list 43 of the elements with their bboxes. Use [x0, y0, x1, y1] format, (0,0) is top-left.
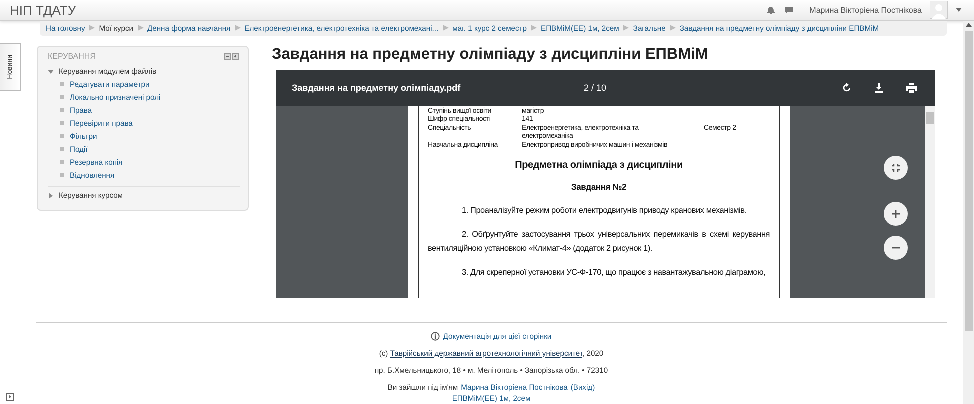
expand-toggle-icon[interactable]: [48, 192, 54, 199]
bullet-icon: [60, 147, 64, 152]
bullet-icon: [60, 134, 64, 138]
dock-icon[interactable]: [6, 393, 14, 401]
document-subheading: Завдання №2: [570, 182, 628, 192]
site-name[interactable]: НІП ТДАТУ: [10, 2, 76, 18]
separator-icon: [531, 25, 538, 32]
zoom-out-icon[interactable]: [884, 236, 908, 260]
separator-icon: [89, 25, 96, 32]
separator-icon: [138, 25, 144, 32]
separator-icon: [623, 25, 630, 32]
bullet-icon: [60, 173, 64, 178]
expand-toggle-icon[interactable]: [48, 68, 54, 75]
document-paragraph: 1. Проаналізуйте режим роботи електродвигунів приводу кранових механізмів.: [461, 205, 748, 218]
scroll-up-icon[interactable]: [966, 23, 972, 27]
print-icon[interactable]: [906, 82, 917, 93]
download-icon[interactable]: [874, 82, 884, 93]
document-paragraph: 2. Обґрунтуйте застосування трьох універсальних перемикачів в схемі керування вентиляційною установкою «Климат-4» (додаток 2 рисунок 1).: [428, 229, 770, 256]
chat-icon[interactable]: [784, 5, 794, 15]
bullet-icon: [60, 82, 64, 86]
bullet-icon: [60, 95, 64, 100]
document-heading: Предметна олімпіада з дисципліни: [514, 160, 684, 172]
caret-icon[interactable]: [956, 8, 962, 12]
separator-icon: [670, 25, 676, 32]
rotate-icon[interactable]: [842, 82, 852, 93]
file-name: Завдання на предметну олімпіаду.pdf: [292, 82, 462, 93]
page-counter: 2 / 10: [584, 82, 608, 93]
separator-icon: [442, 25, 449, 32]
bullet-icon: [60, 108, 64, 112]
page-scrollbar[interactable]: [963, 21, 974, 404]
separator-icon: [234, 25, 241, 32]
block-controls-icon[interactable]: [224, 52, 240, 60]
page-title: Завдання на предметну олімпіаду з дисципліни ЕПВМіМ: [272, 46, 710, 64]
zoom-in-icon[interactable]: [884, 202, 908, 226]
info-icon: [431, 332, 440, 340]
user-name[interactable]: Марина Вікторіена Постнікова: [810, 6, 922, 14]
bullet-icon: [60, 121, 64, 126]
fit-page-icon[interactable]: [884, 156, 908, 180]
block-title: КЕРУВАННЯ: [48, 52, 96, 61]
document-paragraph: 3. Для скреперної установки УС-Ф-170, що працює з навантажувальною діаграмою,: [461, 267, 767, 280]
viewer-scrollbar[interactable]: [925, 106, 935, 298]
bullet-icon: [60, 160, 64, 164]
bell-icon[interactable]: [766, 5, 776, 15]
